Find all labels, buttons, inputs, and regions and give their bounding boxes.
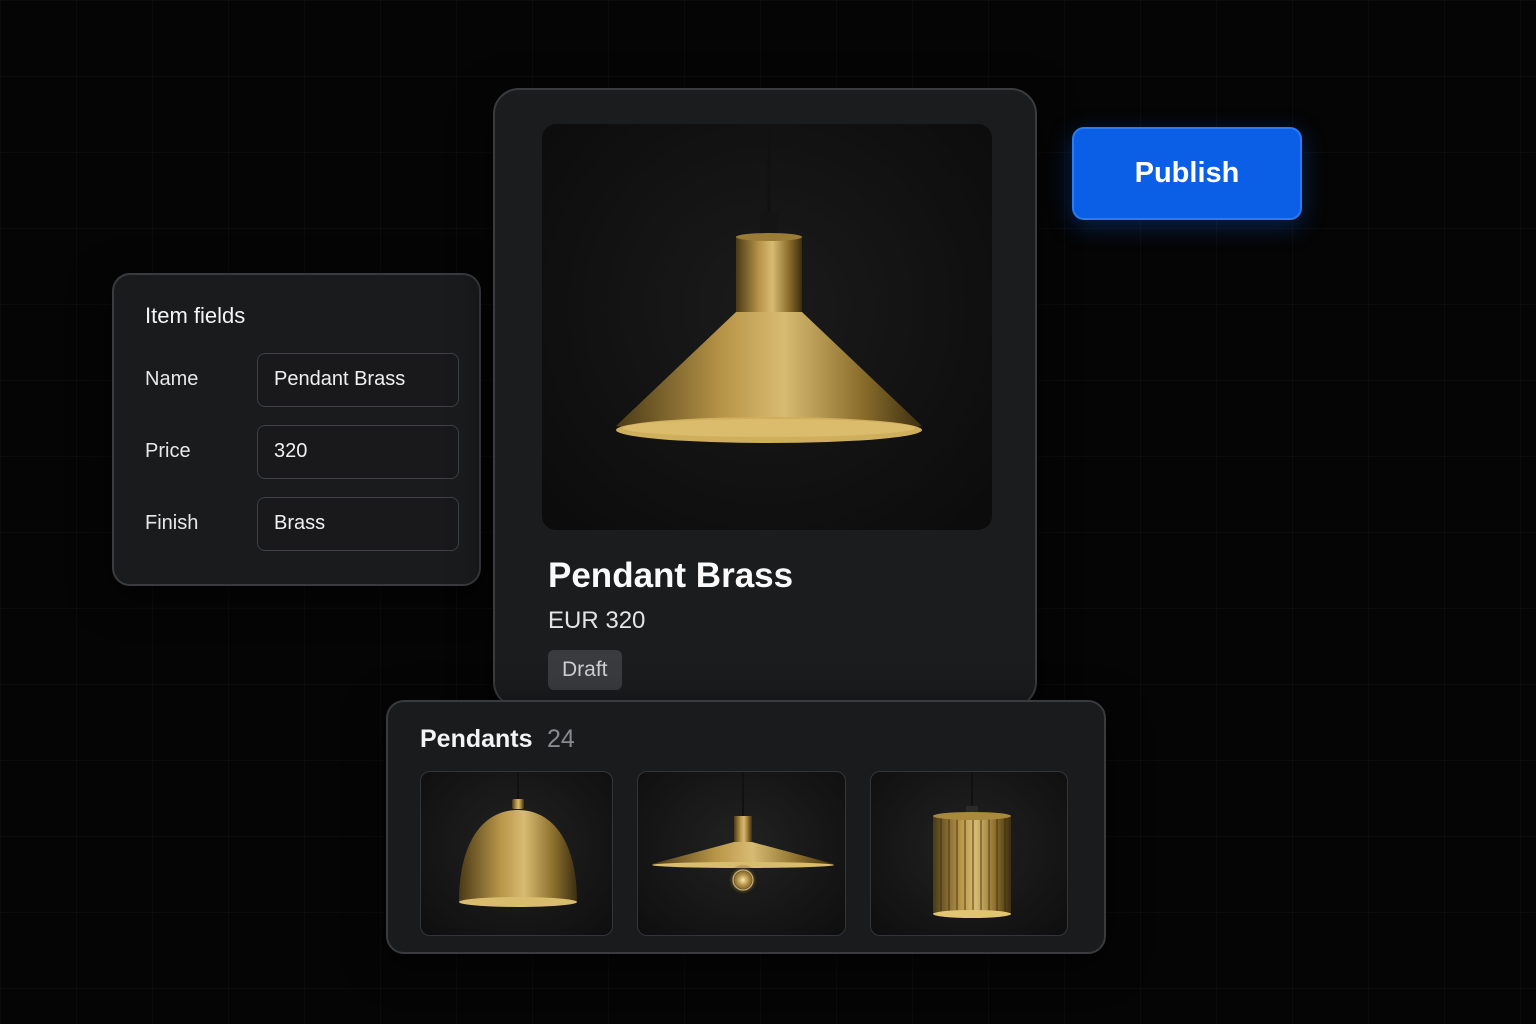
collection-panel: Pendants 24 [386, 700, 1106, 954]
pendant-lamp-fluted-cylinder-icon [933, 772, 1011, 918]
publish-button[interactable]: Publish [1072, 127, 1302, 220]
finish-field[interactable]: Brass [257, 497, 459, 551]
finish-label: Finish [145, 512, 199, 534]
product-price: EUR 320 [548, 607, 646, 634]
product-image [542, 124, 992, 530]
price-field[interactable]: 320 [257, 425, 459, 479]
collection-count: 24 [547, 725, 575, 753]
name-field[interactable]: Pendant Brass [257, 353, 459, 407]
item-fields-panel: Item fields Name Pendant Brass Price 320… [112, 273, 481, 586]
field-row-price: Price 320 [145, 425, 465, 479]
collection-title: Pendants [420, 725, 533, 753]
field-row-name: Name Pendant Brass [145, 353, 465, 407]
pendant-lamp-flat-shade-icon [652, 772, 834, 896]
pendant-lamp-cone-icon [616, 124, 922, 443]
price-label: Price [145, 440, 191, 462]
collection-item-2[interactable] [637, 771, 846, 936]
product-preview-card: Pendant Brass EUR 320 Draft [493, 88, 1037, 708]
collection-item-1[interactable] [420, 771, 613, 936]
pendant-lamp-dome-icon [459, 772, 577, 907]
collection-item-3[interactable] [870, 771, 1068, 936]
field-row-finish: Finish Brass [145, 497, 465, 551]
status-badge: Draft [548, 650, 622, 690]
product-name: Pendant Brass [548, 556, 794, 595]
name-label: Name [145, 368, 199, 390]
item-fields-title: Item fields [145, 303, 246, 328]
